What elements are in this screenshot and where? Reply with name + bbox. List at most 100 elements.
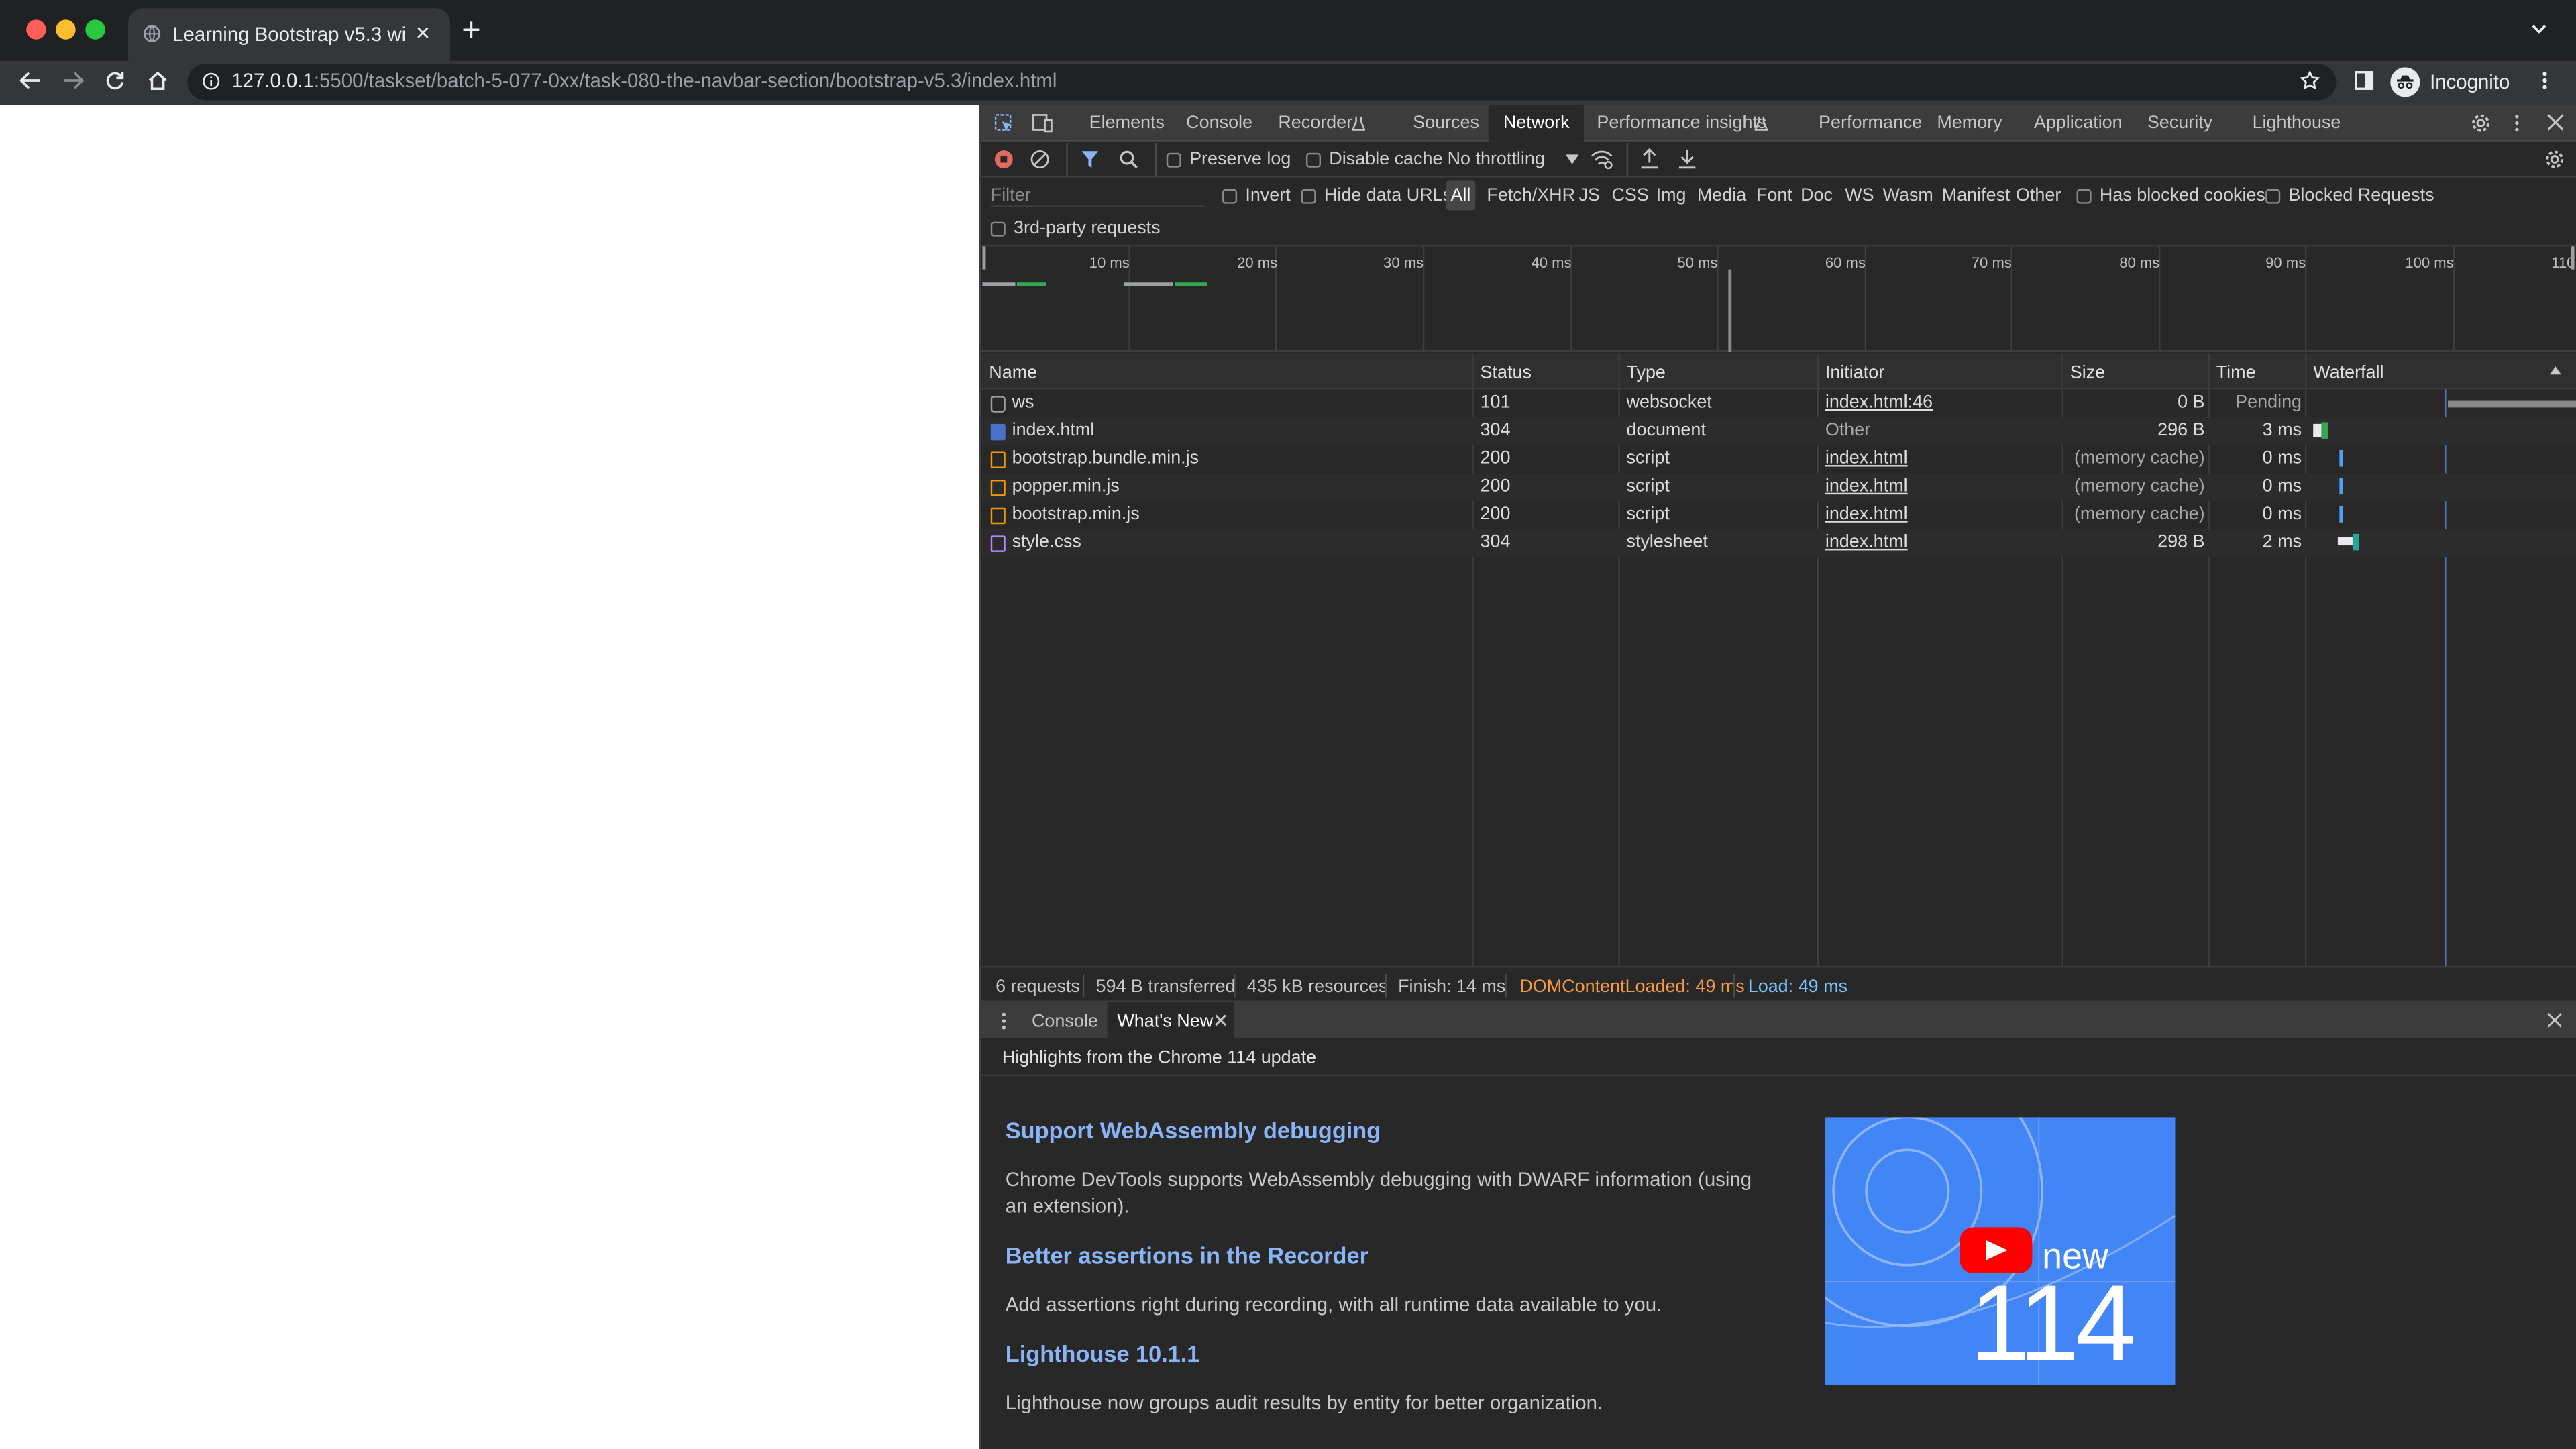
waterfall-bar [2313, 423, 2322, 437]
request-initiator-link[interactable]: index.html [1825, 532, 1908, 551]
tab-security[interactable]: Security [2147, 113, 2212, 133]
column-type[interactable]: Type [1627, 363, 1666, 382]
tab-performance-insights[interactable]: Performance insights [1597, 113, 1766, 133]
incognito-profile[interactable]: Incognito [2390, 66, 2510, 99]
tab-elements[interactable]: Elements [1089, 113, 1165, 133]
search-icon[interactable] [1119, 150, 1138, 169]
overview-window-handle-right[interactable] [2571, 246, 2575, 270]
column-name[interactable]: Name [989, 363, 1037, 382]
request-initiator-link[interactable]: index.html:46 [1825, 392, 1933, 412]
request-initiator-link[interactable]: index.html [1825, 504, 1908, 524]
drawer-tab-console[interactable]: Console [1032, 1012, 1098, 1032]
inspect-element-icon[interactable] [994, 113, 1014, 133]
overview-window-handle-left[interactable] [982, 246, 986, 270]
drawer-tab-whats-new[interactable]: What's New [1107, 1002, 1234, 1038]
filter-funnel-icon[interactable] [1081, 150, 1099, 169]
tab-performance[interactable]: Performance [1819, 113, 1922, 133]
preserve-log-checkbox[interactable]: Preserve log [1166, 150, 1291, 169]
close-window-button[interactable] [26, 19, 46, 40]
filter-type-doc[interactable]: Doc [1801, 186, 1833, 205]
export-har-icon[interactable] [1677, 148, 1697, 169]
network-toolbar: Preserve log Disable cache No throttling [981, 142, 2576, 178]
tab-memory[interactable]: Memory [1937, 113, 2002, 133]
reload-icon[interactable] [105, 70, 125, 90]
disable-cache-checkbox[interactable]: Disable cache [1305, 150, 1442, 169]
request-status: 101 [1480, 392, 1511, 413]
feature-link-lighthouse[interactable]: Lighthouse 10.1.1 [1006, 1340, 1200, 1366]
side-panel-icon[interactable] [2354, 70, 2374, 90]
table-row[interactable]: index.html 304 document Other 296 B 3 ms [981, 417, 2576, 445]
tab-console[interactable]: Console [1186, 113, 1252, 133]
blocked-requests-checkbox[interactable]: Blocked Requests [2265, 186, 2434, 205]
filter-type-manifest[interactable]: Manifest [1942, 186, 2010, 205]
chrome-update-promo-image[interactable]: new 114 [1825, 1117, 2176, 1385]
checkbox-box [1222, 188, 1238, 203]
table-row[interactable]: bootstrap.bundle.min.js 200 script index… [981, 445, 2576, 474]
filter-type-font[interactable]: Font [1756, 186, 1792, 205]
close-devtools-icon[interactable] [2546, 113, 2565, 131]
summary-transferred: 594 B transferred [1095, 977, 1236, 998]
filter-type-media[interactable]: Media [1697, 186, 1746, 205]
tab-network[interactable]: Network [1488, 105, 1585, 142]
feature-link-recorder[interactable]: Better assertions in the Recorder [1006, 1242, 1368, 1268]
network-settings-gear-icon[interactable] [2545, 150, 2565, 169]
close-tab-icon[interactable] [1214, 1014, 1228, 1027]
zoom-window-button[interactable] [85, 19, 105, 40]
request-initiator-link[interactable]: index.html [1825, 476, 1908, 496]
network-conditions-icon[interactable] [1591, 150, 1613, 170]
invert-checkbox[interactable]: Invert [1222, 186, 1291, 205]
filter-type-fetch-xhr[interactable]: Fetch/XHR [1487, 186, 1575, 205]
hide-data-urls-checkbox[interactable]: Hide data URLs [1301, 186, 1452, 205]
script-file-icon [990, 480, 1006, 496]
forward-arrow-icon[interactable] [62, 70, 84, 90]
tab-recorder[interactable]: Recorder [1278, 113, 1352, 133]
feature-link-webassembly[interactable]: Support WebAssembly debugging [1006, 1117, 1381, 1143]
new-tab-button[interactable]: + [462, 15, 481, 48]
filter-type-wasm[interactable]: Wasm [1883, 186, 1933, 205]
close-drawer-icon[interactable] [2546, 1012, 2563, 1028]
has-blocked-cookies-checkbox[interactable]: Has blocked cookies [2076, 186, 2265, 205]
table-row[interactable]: ws 101 websocket index.html:46 0 B Pendi… [981, 389, 2576, 417]
throttling-select[interactable]: No throttling [1448, 150, 1580, 169]
filter-input[interactable]: Filter [990, 186, 1205, 207]
chevron-down-icon[interactable] [2530, 19, 2548, 38]
tab-lighthouse[interactable]: Lighthouse [2253, 113, 2341, 133]
table-row[interactable]: popper.min.js 200 script index.html (mem… [981, 473, 2576, 501]
bookmark-star-icon[interactable] [2300, 70, 2320, 90]
filter-type-other[interactable]: Other [2016, 186, 2061, 205]
filter-type-js[interactable]: JS [1578, 186, 1599, 205]
column-size[interactable]: Size [2070, 363, 2105, 382]
browser-tab[interactable]: Learning Bootstrap v5.3 with s × [128, 8, 451, 61]
page-viewport[interactable] [0, 105, 979, 1449]
third-party-requests-checkbox[interactable]: 3rd-party requests [990, 219, 1161, 238]
filter-type-css[interactable]: CSS [1611, 186, 1648, 205]
more-options-icon[interactable] [2514, 113, 2520, 133]
settings-gear-icon[interactable] [2471, 113, 2490, 133]
close-tab-icon[interactable]: × [416, 19, 430, 48]
import-har-icon[interactable] [1640, 148, 1659, 169]
table-row[interactable]: style.css 304 stylesheet index.html 298 … [981, 529, 2576, 557]
column-time[interactable]: Time [2216, 363, 2256, 382]
column-status[interactable]: Status [1481, 363, 1532, 382]
site-info-icon[interactable] [202, 72, 220, 91]
filter-type-img[interactable]: Img [1656, 186, 1686, 205]
request-initiator-link[interactable]: index.html [1825, 449, 1908, 468]
clear-icon[interactable] [1030, 150, 1050, 169]
home-icon[interactable] [148, 70, 167, 90]
network-overview-timeline[interactable]: 10 ms 20 ms 30 ms 40 ms 50 ms 60 ms 70 m… [981, 246, 2576, 352]
filter-type-ws[interactable]: WS [1845, 186, 1874, 205]
column-initiator[interactable]: Initiator [1825, 363, 1884, 382]
record-stop-icon[interactable] [994, 150, 1014, 169]
back-arrow-icon[interactable] [19, 70, 41, 90]
table-row[interactable]: bootstrap.min.js 200 script index.html (… [981, 501, 2576, 529]
drawer-menu-icon[interactable] [1000, 1012, 1007, 1030]
device-toolbar-icon[interactable] [1032, 113, 1053, 133]
column-waterfall[interactable]: Waterfall [2313, 363, 2383, 382]
filter-type-all[interactable]: All [1446, 180, 1476, 211]
tab-application[interactable]: Application [2034, 113, 2123, 133]
minimize-window-button[interactable] [56, 19, 76, 40]
url-text[interactable]: 127.0.0.1:5500/taskset/batch-5-077-0xx/t… [231, 69, 1057, 92]
request-type: document [1626, 420, 1706, 441]
browser-menu-icon[interactable] [2542, 70, 2548, 90]
tab-sources[interactable]: Sources [1413, 113, 1479, 133]
